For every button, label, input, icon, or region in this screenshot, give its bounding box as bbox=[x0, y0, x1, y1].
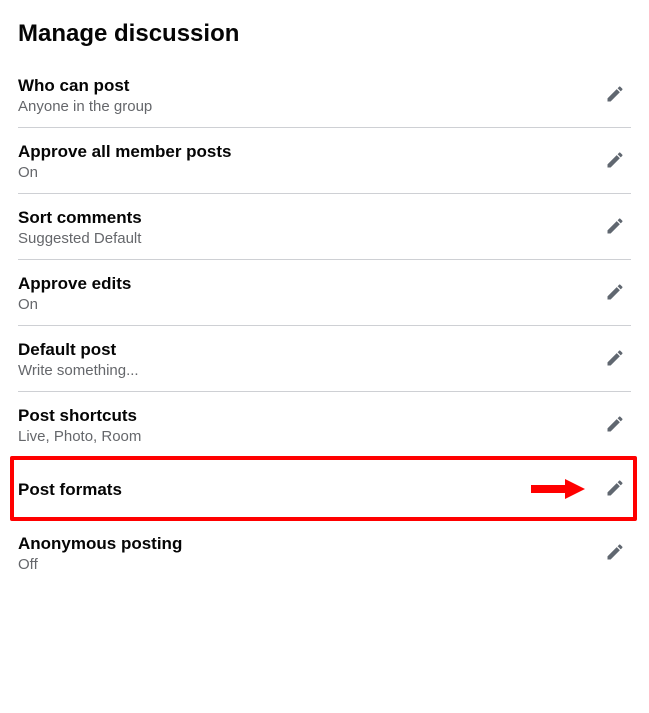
setting-text: Approve edits On bbox=[18, 274, 131, 313]
setting-title: Post shortcuts bbox=[18, 406, 141, 426]
setting-title: Post formats bbox=[18, 480, 122, 500]
edit-button-post-shortcuts[interactable] bbox=[599, 408, 631, 443]
edit-button-post-formats[interactable] bbox=[599, 472, 631, 507]
setting-text: Post formats bbox=[18, 480, 122, 500]
setting-row-anonymous-posting: Anonymous posting Off bbox=[18, 520, 631, 585]
setting-title: Sort comments bbox=[18, 208, 142, 228]
setting-row-approve-edits: Approve edits On bbox=[18, 260, 631, 326]
pencil-icon bbox=[605, 478, 625, 501]
pencil-icon bbox=[605, 414, 625, 437]
pencil-icon bbox=[605, 216, 625, 239]
setting-title: Who can post bbox=[18, 76, 152, 96]
setting-row-default-post: Default post Write something... bbox=[18, 326, 631, 392]
edit-button-approve-edits[interactable] bbox=[599, 276, 631, 311]
arrow-icon bbox=[531, 477, 585, 501]
setting-value: On bbox=[18, 296, 131, 313]
page-title: Manage discussion bbox=[18, 20, 631, 48]
setting-value: Off bbox=[18, 556, 182, 573]
pencil-icon bbox=[605, 150, 625, 173]
pencil-icon bbox=[605, 542, 625, 565]
setting-row-post-formats: Post formats bbox=[18, 458, 631, 520]
pencil-icon bbox=[605, 348, 625, 371]
setting-title: Approve all member posts bbox=[18, 142, 232, 162]
setting-text: Anonymous posting Off bbox=[18, 534, 182, 573]
setting-text: Who can post Anyone in the group bbox=[18, 76, 152, 115]
setting-value: Anyone in the group bbox=[18, 98, 152, 115]
setting-text: Sort comments Suggested Default bbox=[18, 208, 142, 247]
setting-row-approve-all-member-posts: Approve all member posts On bbox=[18, 128, 631, 194]
setting-text: Approve all member posts On bbox=[18, 142, 232, 181]
edit-button-default-post[interactable] bbox=[599, 342, 631, 377]
pencil-icon bbox=[605, 282, 625, 305]
edit-button-approve-all-member-posts[interactable] bbox=[599, 144, 631, 179]
edit-button-who-can-post[interactable] bbox=[599, 78, 631, 113]
setting-title: Default post bbox=[18, 340, 139, 360]
setting-value: Suggested Default bbox=[18, 230, 142, 247]
setting-row-post-shortcuts: Post shortcuts Live, Photo, Room bbox=[18, 392, 631, 458]
setting-row-who-can-post: Who can post Anyone in the group bbox=[18, 62, 631, 128]
setting-title: Anonymous posting bbox=[18, 534, 182, 554]
setting-value: Live, Photo, Room bbox=[18, 428, 141, 445]
edit-button-sort-comments[interactable] bbox=[599, 210, 631, 245]
setting-title: Approve edits bbox=[18, 274, 131, 294]
pencil-icon bbox=[605, 84, 625, 107]
edit-button-anonymous-posting[interactable] bbox=[599, 536, 631, 571]
setting-text: Default post Write something... bbox=[18, 340, 139, 379]
setting-value: Write something... bbox=[18, 362, 139, 379]
setting-row-sort-comments: Sort comments Suggested Default bbox=[18, 194, 631, 260]
setting-value: On bbox=[18, 164, 232, 181]
settings-list: Who can post Anyone in the group Approve a… bbox=[18, 62, 631, 585]
setting-text: Post shortcuts Live, Photo, Room bbox=[18, 406, 141, 445]
